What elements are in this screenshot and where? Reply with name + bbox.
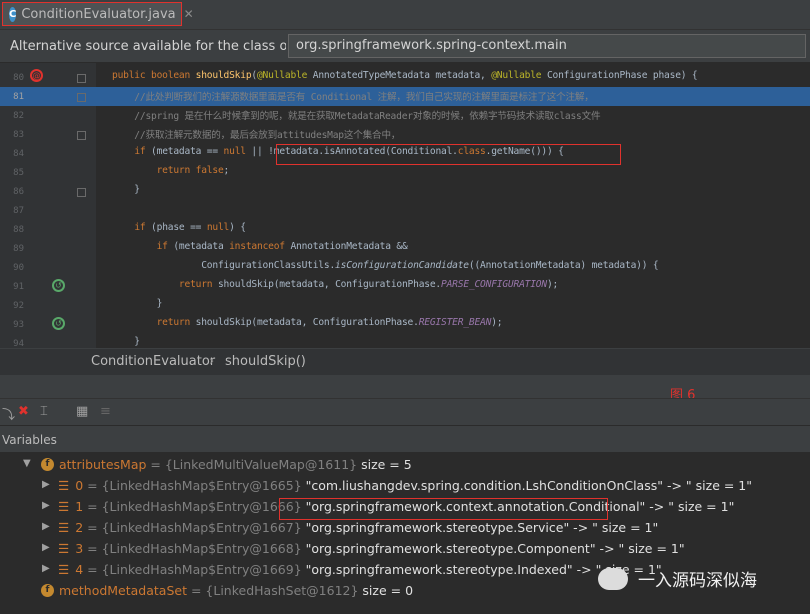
- expand-arrow-icon[interactable]: ▶: [42, 500, 50, 511]
- code-line: 87: [13, 206, 24, 216]
- code-line: 92 }: [13, 298, 163, 311]
- fold-icon[interactable]: [77, 74, 86, 83]
- annotation-check-highlight: [276, 144, 621, 165]
- code-line: 86 }: [13, 184, 140, 197]
- code-editor[interactable]: 80 public boolean shouldSkip(@Nullable A…: [0, 63, 810, 348]
- watches-icon[interactable]: ≡: [100, 404, 111, 419]
- fold-icon[interactable]: [77, 188, 86, 197]
- variables-title: Variables: [2, 433, 57, 447]
- fold-icon[interactable]: [77, 93, 86, 102]
- evaluate-icon[interactable]: ▦: [76, 404, 88, 419]
- drop-frame-icon[interactable]: ✖: [18, 404, 29, 419]
- recursive-call-icon[interactable]: ↺: [52, 317, 65, 330]
- expand-arrow-icon[interactable]: ▶: [42, 542, 50, 553]
- breadcrumb-separator-icon: ›: [209, 354, 215, 369]
- source-selector[interactable]: org.springframework.spring-context.main: [288, 34, 806, 58]
- breadcrumb-method[interactable]: shouldSkip(): [225, 354, 306, 369]
- code-line: 91 return shouldSkip(metadata, Configura…: [13, 279, 559, 292]
- expand-arrow-icon[interactable]: ▶: [42, 479, 50, 490]
- code-line: 80 public boolean shouldSkip(@Nullable A…: [13, 70, 698, 83]
- expand-arrow-icon[interactable]: ▶: [42, 521, 50, 532]
- expand-arrow-icon[interactable]: ▶: [42, 563, 50, 574]
- watermark-text: 一入源码深似海: [638, 571, 757, 591]
- tree-row[interactable]: ▼ f attributesMap = {LinkedMultiValueMap…: [0, 454, 810, 475]
- watermark: 一入源码深似海: [598, 566, 757, 591]
- debug-toolbar: ⤵ ✖ ⌶ ▦ ≡: [0, 398, 810, 425]
- code-line: 93 return shouldSkip(metadata, Configura…: [13, 317, 503, 330]
- fold-icon[interactable]: [77, 131, 86, 140]
- code-line: 83 //获取注解元数据的，最后会放到attitudesMap这个集合中，: [13, 130, 401, 141]
- code-line: 90 ConfigurationClassUtils.isConfigurati…: [13, 260, 659, 273]
- tree-row[interactable]: ▶ ☰ 3 = {LinkedHashMap$Entry@1668} "org.…: [0, 538, 810, 559]
- tab-label: ConditionEvaluator.java: [21, 6, 176, 22]
- tree-row[interactable]: ▶ ☰ 2 = {LinkedHashMap$Entry@1667} "org.…: [0, 517, 810, 538]
- field-icon: f: [41, 584, 54, 597]
- editor-tab-bar: C ConditionEvaluator.java ✕: [0, 0, 810, 30]
- recursive-call-icon[interactable]: ↺: [52, 279, 65, 292]
- tab-condition-evaluator[interactable]: C ConditionEvaluator.java ✕: [2, 2, 194, 26]
- field-icon: f: [41, 458, 54, 471]
- collapse-arrow-icon[interactable]: ▼: [23, 458, 31, 469]
- override-method-icon[interactable]: @: [30, 69, 43, 82]
- breadcrumb-class[interactable]: ConditionEvaluator: [91, 354, 215, 369]
- close-icon[interactable]: ✕: [184, 7, 194, 21]
- code-line: 88 if (phase == null) {: [13, 222, 246, 235]
- cursor-icon[interactable]: ⌶: [40, 404, 48, 419]
- code-line: 82 //spring 是在什么时候拿到的呢，就是在获取MetadataRead…: [13, 111, 601, 122]
- code-line-highlighted: 81 //此处判断我们的注解源数据里面是否有 Conditional 注解，我们…: [0, 87, 810, 106]
- tree-row[interactable]: ▶ ☰ 0 = {LinkedHashMap$Entry@1665} "com.…: [0, 475, 810, 496]
- code-line: 89 if (metadata instanceof AnnotationMet…: [13, 241, 408, 254]
- alternative-source-message: Alternative source available for the cla…: [10, 38, 286, 54]
- code-line: 85 return false;: [13, 165, 230, 178]
- class-file-icon: C: [9, 6, 17, 22]
- conditional-entry-highlight: [279, 498, 608, 520]
- code-line: 94 }: [13, 336, 140, 348]
- step-icon[interactable]: ⤵: [2, 404, 15, 423]
- wechat-icon: [598, 567, 628, 590]
- breadcrumb: ConditionEvaluator › shouldSkip(): [0, 348, 810, 375]
- alternative-source-bar: Alternative source available for the cla…: [0, 30, 810, 62]
- variables-panel-header: Variables: [0, 425, 810, 453]
